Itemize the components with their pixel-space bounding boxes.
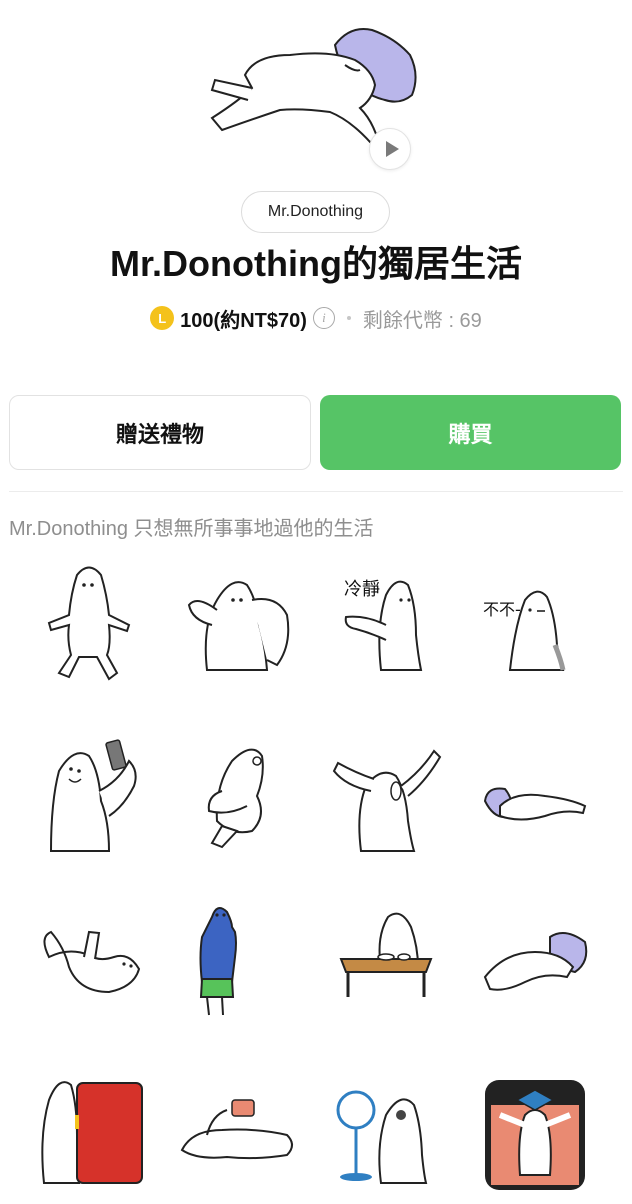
sticker-title: Mr.Donothing的獨居生活 — [110, 243, 522, 284]
separator-dot — [346, 316, 351, 320]
sticker-item[interactable] — [177, 897, 297, 1029]
sticker-item[interactable] — [475, 731, 595, 863]
price-label: 100(約NT$70) — [180, 309, 307, 332]
author-link[interactable]: Mr.Donothing — [241, 191, 390, 233]
coin-icon: L — [150, 306, 175, 330]
sticker-item[interactable] — [326, 897, 446, 1029]
sticker-item[interactable] — [29, 555, 149, 687]
gift-button[interactable]: 贈送禮物 — [9, 395, 311, 470]
price-row: L 100(約NT$70) i 剩餘代幣 : 69 — [0, 300, 632, 336]
sticker-item[interactable] — [29, 1065, 149, 1197]
play-icon — [385, 141, 399, 157]
sticker-item[interactable] — [177, 1065, 297, 1197]
sticker-item[interactable] — [475, 897, 595, 1029]
main-sticker-image — [210, 28, 417, 144]
sticker-item[interactable] — [177, 731, 297, 863]
sticker-item[interactable]: 不不- — [475, 555, 595, 687]
sticker-item[interactable] — [177, 555, 297, 687]
sticker-description: Mr.Donothing 只想無所事事地過他的生活 — [9, 518, 374, 540]
sticker-item[interactable] — [326, 1065, 446, 1197]
sticker-caption: 不不- — [483, 600, 521, 619]
sticker-item[interactable] — [326, 731, 446, 863]
play-button[interactable] — [369, 128, 411, 170]
sticker-caption: 冷靜 — [344, 579, 380, 600]
sticker-item[interactable] — [29, 731, 149, 863]
sticker-item[interactable] — [29, 897, 149, 1029]
buy-button[interactable]: 購買 — [320, 395, 621, 470]
divider — [9, 491, 623, 492]
sticker-preview[interactable] — [0, 0, 632, 180]
info-icon[interactable]: i — [312, 307, 335, 329]
sticker-item[interactable]: 冷靜 — [326, 555, 446, 687]
coin-balance: 剩餘代幣 : 69 — [362, 309, 482, 332]
sticker-grid: 冷靜 不不- — [0, 555, 632, 1204]
sticker-item[interactable] — [475, 1065, 595, 1197]
